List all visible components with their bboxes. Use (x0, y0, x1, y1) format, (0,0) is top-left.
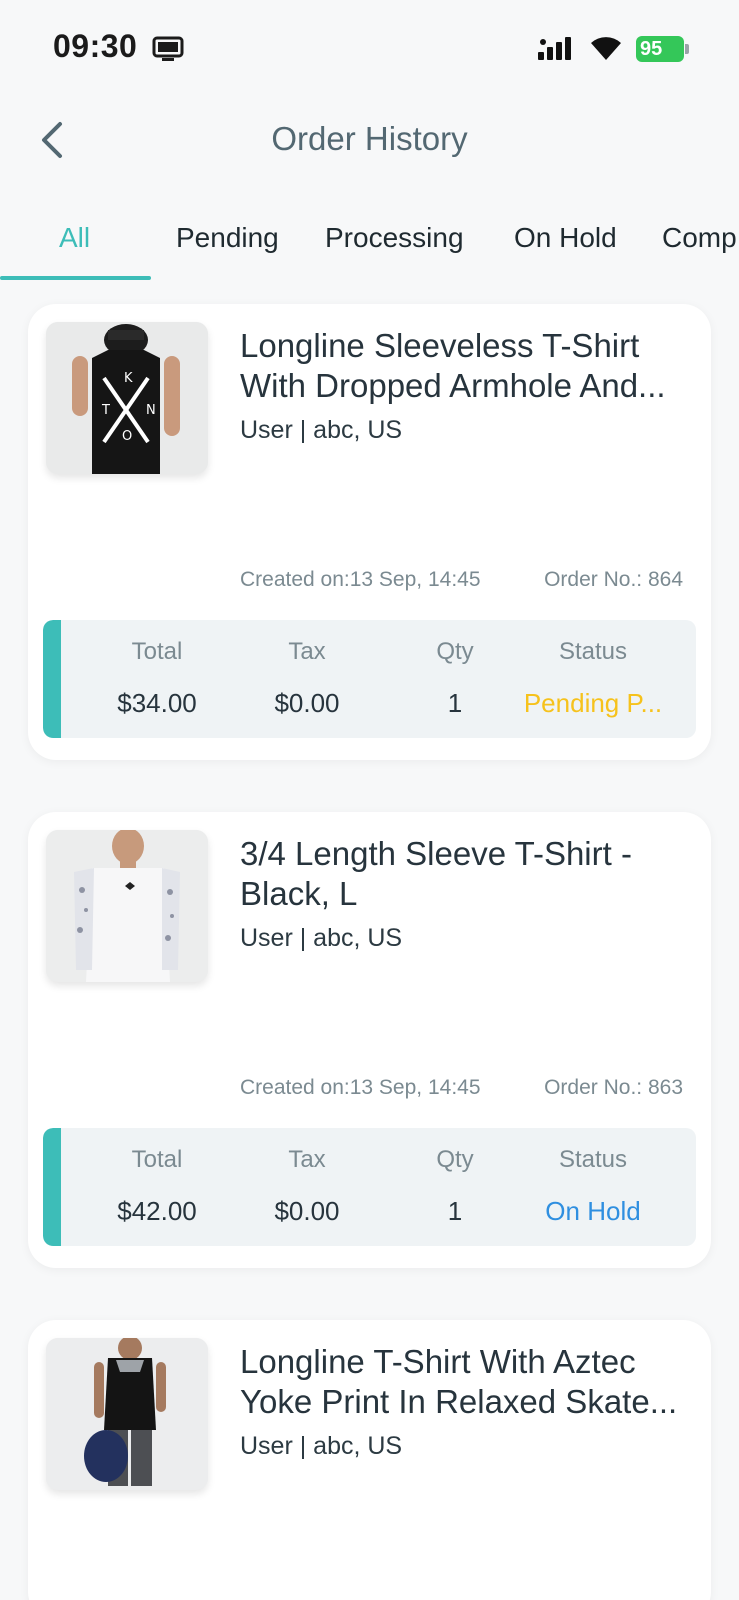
order-summary: Total $42.00 Tax $0.00 Qty 1 Status On H… (43, 1128, 696, 1246)
product-image (46, 830, 208, 982)
order-card[interactable]: 3/4 Length Sleeve T-Shirt - Black, L Use… (28, 812, 711, 1268)
order-number: Order No.: 864 (544, 568, 683, 591)
qty-label: Qty (436, 638, 474, 665)
qty-value: 1 (447, 688, 463, 718)
status-value: On Hold (545, 1196, 641, 1226)
status-column: Status On Hold (513, 1128, 673, 1246)
battery-level: 95 (640, 38, 663, 60)
svg-text:N: N (146, 403, 156, 418)
order-number: Order No.: 863 (544, 1076, 683, 1099)
qty-value: 1 (447, 1196, 463, 1226)
status-value: Pending P... (523, 688, 663, 718)
status-column: Status Pending P... (513, 620, 673, 738)
svg-text:K: K (124, 371, 133, 386)
order-card[interactable]: Longline T-Shirt With Aztec Yoke Print I… (28, 1320, 711, 1600)
total-label: Total (131, 1146, 183, 1173)
signal-icon (538, 37, 571, 60)
product-title: 3/4 Length Sleeve T-Shirt - Black, L (240, 835, 632, 912)
tab-completed[interactable]: Comp (662, 222, 737, 254)
customer-location: User | abc, US (240, 924, 403, 952)
tax-label: Tax (288, 1146, 326, 1173)
status-label: Status (558, 1146, 628, 1173)
status-label: Status (558, 638, 628, 665)
monitor-icon (152, 36, 184, 61)
accent-bar (43, 1128, 61, 1246)
total-column: Total $34.00 (83, 620, 231, 738)
customer-location: User | abc, US (240, 416, 403, 444)
tax-column: Tax $0.00 (233, 1128, 381, 1246)
status-tabs: All Pending Processing On Hold Comp (0, 208, 739, 284)
accent-bar (43, 620, 61, 738)
tab-all[interactable]: All (59, 222, 90, 254)
status-bar: 09:30 95 (0, 0, 739, 96)
tax-value: $0.00 (274, 1196, 340, 1226)
order-history-screen: 09:30 95 Order History All Pending Proce… (0, 0, 739, 1600)
status-time: 09:30 (53, 28, 138, 64)
page-title: Order History (271, 120, 468, 157)
product-image: K T N O (46, 322, 208, 474)
product-image (46, 1338, 208, 1490)
qty-column: Qty 1 (381, 620, 529, 738)
qty-column: Qty 1 (381, 1128, 529, 1246)
created-on: Created on:13 Sep, 14:45 (240, 1076, 481, 1099)
total-value: $42.00 (117, 1196, 197, 1226)
total-column: Total $42.00 (83, 1128, 231, 1246)
tax-column: Tax $0.00 (233, 620, 381, 738)
total-label: Total (131, 638, 183, 665)
active-tab-indicator (0, 276, 151, 280)
wifi-icon (591, 37, 621, 60)
tab-on-hold[interactable]: On Hold (514, 222, 617, 254)
tax-value: $0.00 (274, 688, 340, 718)
svg-text:T: T (101, 403, 110, 418)
qty-label: Qty (436, 1146, 474, 1173)
tab-processing[interactable]: Processing (325, 222, 464, 254)
battery-indicator: 95 (636, 36, 690, 62)
created-on: Created on:13 Sep, 14:45 (240, 568, 481, 591)
customer-location: User | abc, US (240, 1432, 403, 1460)
order-card[interactable]: K T N O Longline Sleeveless T-Shirt With… (28, 304, 711, 760)
product-title: Longline T-Shirt With Aztec Yoke Print I… (240, 1343, 678, 1420)
tax-label: Tax (288, 638, 326, 665)
tab-pending[interactable]: Pending (176, 222, 279, 254)
product-title: Longline Sleeveless T-Shirt With Dropped… (240, 327, 666, 404)
total-value: $34.00 (117, 688, 197, 718)
order-summary: Total $34.00 Tax $0.00 Qty 1 Status Pend… (43, 620, 696, 738)
svg-text:O: O (122, 429, 132, 444)
header: Order History (0, 96, 739, 196)
